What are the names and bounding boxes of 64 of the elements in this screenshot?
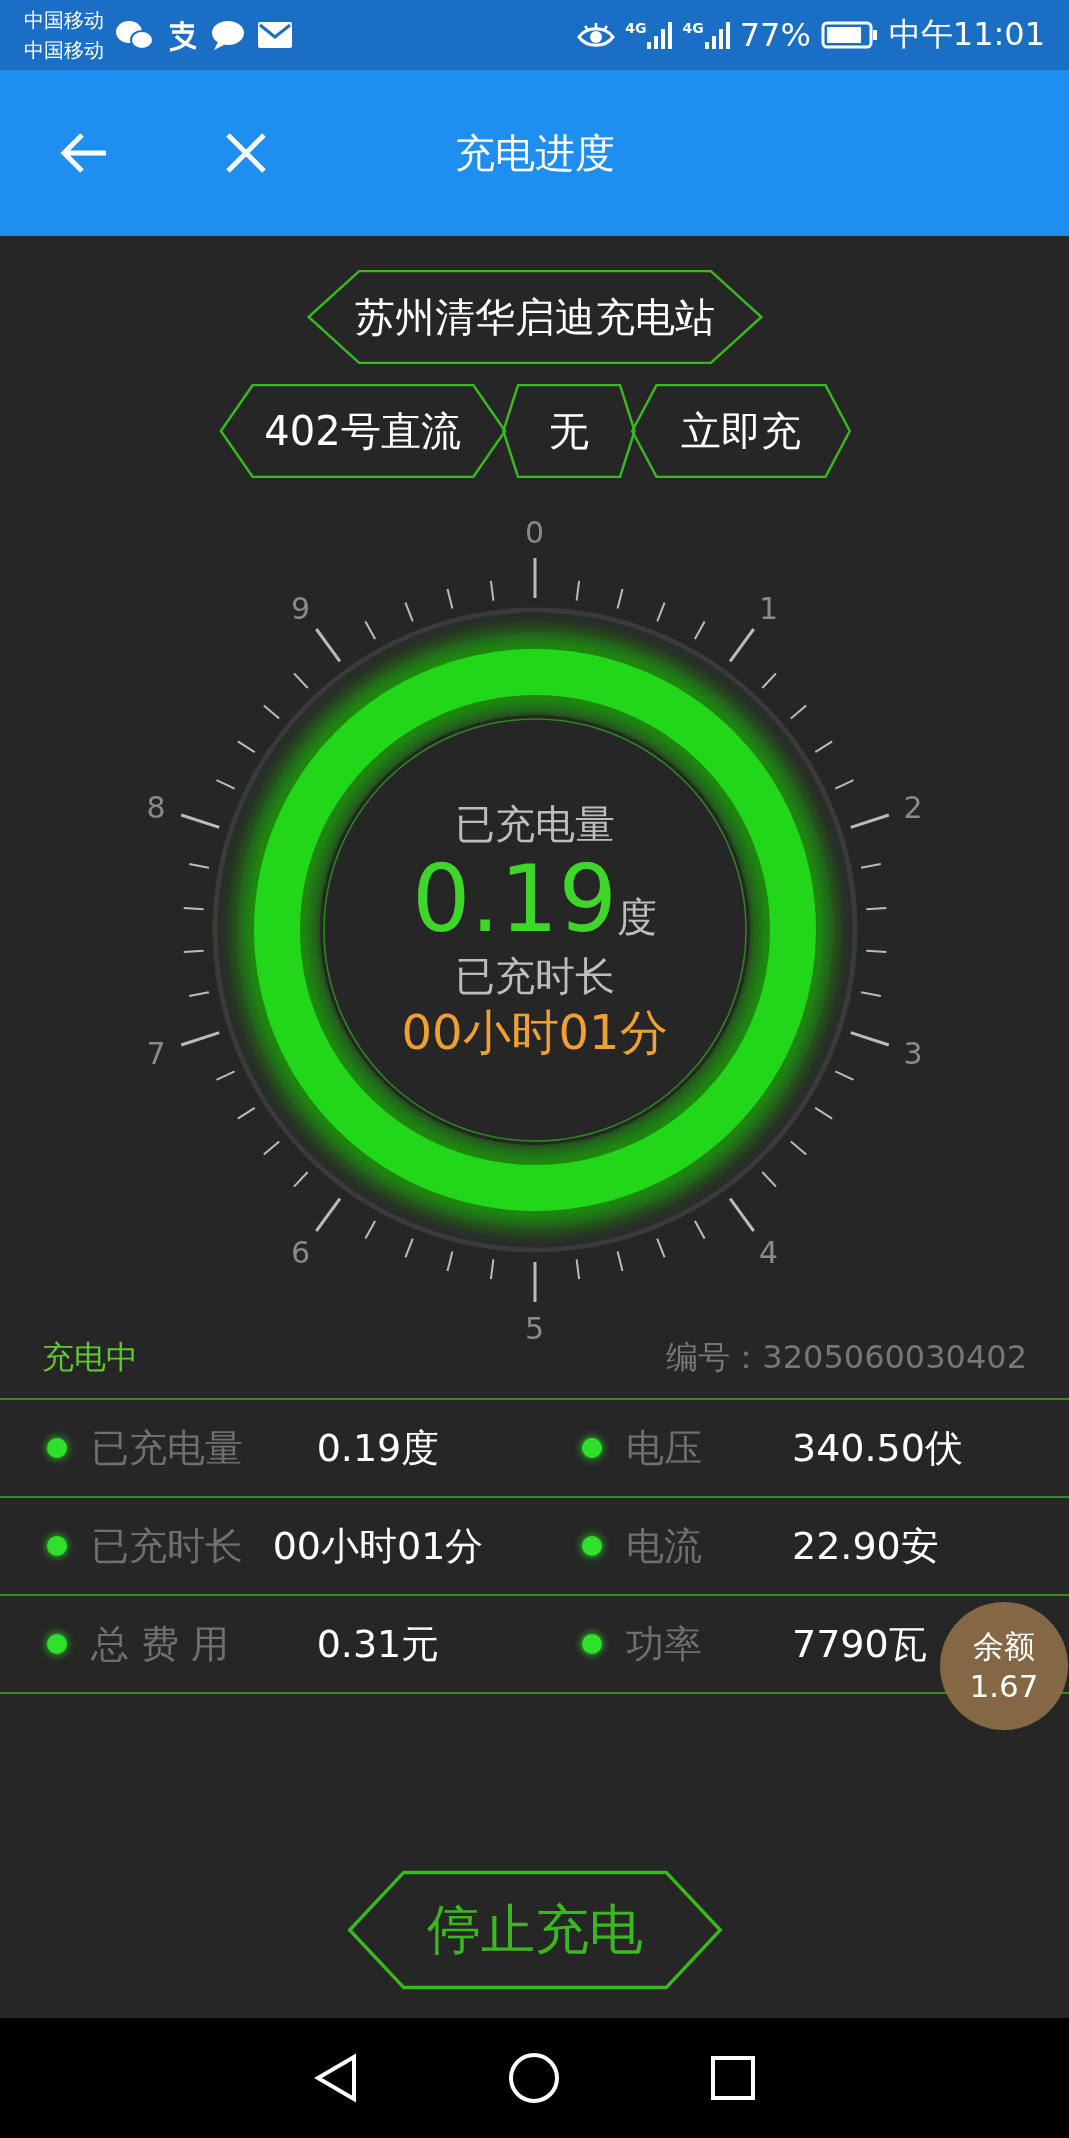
reading-value: 340.50伏 bbox=[792, 1424, 963, 1472]
circle-icon bbox=[507, 2052, 560, 2104]
close-icon bbox=[224, 131, 268, 175]
info-tag: 立即充 bbox=[629, 384, 852, 478]
status-dot bbox=[582, 1438, 602, 1458]
charging-status: 充电中 bbox=[42, 1337, 138, 1378]
battery-icon bbox=[820, 21, 879, 49]
reading-label: 电压 bbox=[626, 1424, 703, 1472]
network-label: 4G bbox=[682, 20, 704, 36]
network-label: 4G bbox=[625, 20, 647, 36]
reading-value: 0.31元 bbox=[316, 1620, 440, 1668]
clock: 中午11:01 bbox=[888, 14, 1045, 55]
carrier-name: 中国移动 bbox=[24, 7, 104, 34]
dial-number: 2 bbox=[903, 789, 923, 825]
home-nav-button[interactable] bbox=[507, 2052, 560, 2104]
balance-value: 1.67 bbox=[969, 1667, 1039, 1706]
dial-number: 1 bbox=[758, 590, 778, 626]
triangle-icon bbox=[313, 2053, 358, 2103]
reading-label: 总 费 用 bbox=[91, 1620, 231, 1668]
recents-nav-button[interactable] bbox=[709, 2055, 756, 2101]
status-dot bbox=[47, 1536, 67, 1556]
duration-value: 00小时01分 bbox=[401, 1003, 668, 1062]
info-tag: 无 bbox=[501, 384, 636, 478]
info-tag: 402号直流 bbox=[217, 384, 508, 478]
signal-icon bbox=[703, 20, 730, 50]
reading-label: 功率 bbox=[626, 1620, 703, 1668]
dial-number: 6 bbox=[291, 1234, 311, 1270]
carrier-name: 中国移动 bbox=[24, 37, 104, 64]
dial-number: 9 bbox=[291, 590, 311, 626]
dial-number: 5 bbox=[524, 1310, 545, 1346]
status-dot bbox=[582, 1536, 602, 1556]
close-button[interactable] bbox=[224, 131, 268, 175]
square-icon bbox=[709, 2055, 756, 2101]
energy-label: 已充电量 bbox=[454, 800, 615, 849]
status-dot bbox=[582, 1634, 602, 1654]
balance-bubble[interactable]: 余额 1.67 bbox=[940, 1602, 1068, 1730]
energy-value: 0.19 bbox=[412, 850, 617, 950]
dial-number: 8 bbox=[146, 789, 166, 825]
reading-value: 7790瓦 bbox=[792, 1620, 927, 1668]
reading-value: 0.19度 bbox=[316, 1424, 440, 1472]
dial-number: 7 bbox=[146, 1035, 166, 1071]
dial-number: 3 bbox=[903, 1035, 923, 1071]
dial-number: 4 bbox=[758, 1234, 778, 1270]
reading-label: 已充时长 bbox=[91, 1522, 244, 1570]
status-dot bbox=[47, 1634, 67, 1654]
reading-label: 电流 bbox=[626, 1522, 703, 1570]
back-nav-button[interactable] bbox=[313, 2053, 358, 2103]
balance-label: 余额 bbox=[973, 1627, 1035, 1666]
status-dot bbox=[47, 1438, 67, 1458]
signal-icon bbox=[646, 20, 673, 50]
reading-label: 已充电量 bbox=[91, 1424, 244, 1472]
screen-title: 充电进度 bbox=[454, 128, 615, 178]
back-arrow-icon bbox=[58, 131, 108, 175]
reading-value: 22.90安 bbox=[792, 1522, 939, 1570]
battery-percent: 77% bbox=[739, 16, 811, 54]
reading-value: 00小时01分 bbox=[272, 1522, 484, 1570]
message-icon bbox=[210, 18, 246, 52]
back-button[interactable] bbox=[58, 131, 108, 175]
serial-number: 编号：3205060030402 bbox=[666, 1337, 1027, 1378]
eye-icon bbox=[577, 20, 616, 50]
duration-label: 已充时长 bbox=[454, 952, 615, 1001]
mail-icon bbox=[256, 20, 294, 50]
dial-number: 0 bbox=[524, 514, 545, 550]
energy-unit: 度 bbox=[616, 893, 657, 942]
